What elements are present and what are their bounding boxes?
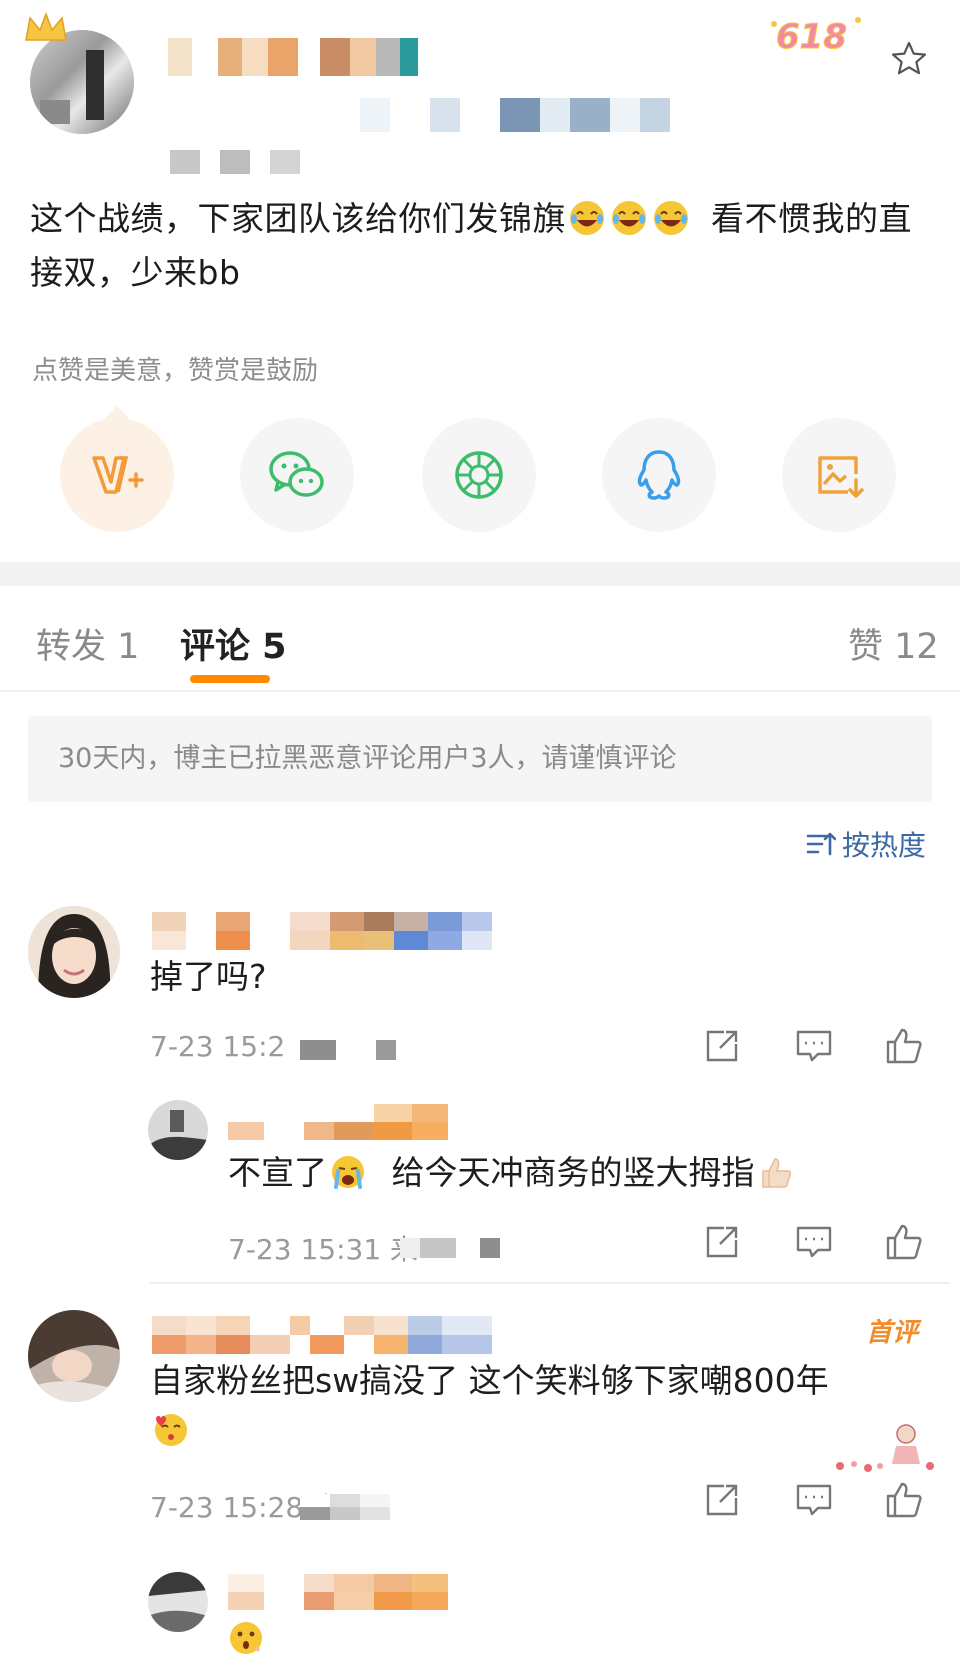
reply-avatar[interactable] — [148, 1572, 208, 1632]
comment-text: 自家粉丝把sw搞没了 这个笑料够下家嘲800年 — [150, 1356, 910, 1456]
comment-icon — [796, 1484, 832, 1516]
section-divider — [0, 562, 960, 586]
wechat-share-button[interactable] — [240, 418, 354, 532]
flower-decoration-icon — [836, 1424, 934, 1472]
reply-text-part1: 不宣了 — [228, 1153, 327, 1192]
thumbs-up-icon — [886, 1482, 922, 1518]
blocked-users-notice: 30天内，博主已拉黑恶意评论用户3人，请谨慎评论 — [28, 716, 932, 802]
comment-like-button[interactable] — [884, 1026, 924, 1066]
reply-text: 不宣了 给今天冲商务的竖大拇指 — [228, 1148, 797, 1198]
crown-icon — [25, 11, 67, 41]
618-text: 618 — [776, 17, 847, 57]
hushed-emoji-icon — [230, 1622, 262, 1654]
618-badge: 618 — [768, 10, 868, 58]
post-meta — [360, 98, 670, 132]
tab-reposts[interactable]: 转发 1 — [36, 618, 139, 669]
post-content: 这个战绩，下家团队该给你们发锦旗 看不惯我的直接双，少来bb — [30, 192, 940, 300]
kiss-emoji-icon — [155, 1414, 187, 1446]
thumbs-up-icon — [886, 1028, 922, 1064]
tooltip-pointer — [103, 405, 131, 420]
qq-share-button[interactable] — [602, 418, 716, 532]
commenter-avatar[interactable] — [28, 1310, 120, 1402]
reply-avatar[interactable] — [148, 1100, 208, 1160]
tab-comments[interactable]: 评论 5 — [180, 618, 287, 669]
moments-share-button[interactable] — [422, 418, 536, 532]
reply-source — [400, 1238, 500, 1258]
comment-repost-button[interactable] — [702, 1026, 742, 1066]
laugh-cry-emoji-icon — [654, 201, 688, 235]
comment-source — [300, 1040, 410, 1060]
post-time — [170, 150, 300, 174]
reply-author-name[interactable] — [228, 1574, 458, 1610]
thumbs-up-icon — [886, 1224, 922, 1260]
comment-repost-button[interactable] — [702, 1480, 742, 1520]
moments-icon — [455, 451, 503, 499]
sort-by-hot-button[interactable]: 按热度 — [806, 824, 926, 864]
crying-emoji-icon — [332, 1156, 364, 1189]
commenter-avatar[interactable] — [28, 906, 120, 998]
comment-icon — [796, 1226, 832, 1258]
comment-divider — [150, 1282, 950, 1284]
save-image-button[interactable] — [782, 418, 896, 532]
commenter-name[interactable] — [152, 1316, 492, 1354]
thumbs-up-emoji-icon — [761, 1158, 791, 1188]
share-icon — [706, 1484, 738, 1516]
qq-icon — [637, 450, 681, 500]
comment-icon — [796, 1030, 832, 1062]
tab-divider — [0, 690, 960, 692]
share-icon — [706, 1226, 738, 1258]
comment-reply-button[interactable] — [794, 1026, 834, 1066]
wechat-icon — [269, 451, 324, 497]
reply-repost-button[interactable] — [702, 1222, 742, 1262]
active-tab-indicator — [190, 675, 270, 683]
reward-hint: 点赞是美意，赞赏是鼓励 — [32, 356, 319, 386]
reply-reply-button[interactable] — [794, 1222, 834, 1262]
sort-icon — [806, 832, 836, 856]
comment-text-body: 自家粉丝把sw搞没了 这个笑料够下家嘲800年 — [150, 1361, 829, 1400]
comment-time: 7-23 15:2 — [150, 1030, 286, 1063]
sort-label: 按热度 — [842, 829, 927, 862]
comment-reply-button[interactable] — [794, 1480, 834, 1520]
first-comment-badge: 首评 — [866, 1318, 919, 1348]
comment-text: 掉了吗? — [150, 957, 267, 996]
reward-button[interactable] — [60, 405, 174, 532]
commenter-name[interactable] — [152, 912, 492, 950]
favorite-star-icon[interactable] — [890, 40, 928, 78]
reply-text-part2: 给今天冲商务的竖大拇指 — [391, 1153, 755, 1192]
post-author-name[interactable] — [168, 38, 438, 76]
comment-like-button[interactable] — [884, 1480, 924, 1520]
share-row — [0, 405, 960, 538]
reply-like-button[interactable] — [884, 1222, 924, 1262]
save-image-icon — [818, 456, 864, 498]
laugh-cry-emoji-icon — [570, 201, 604, 235]
post-text-part1: 这个战绩，下家团队该给你们发锦旗 — [30, 199, 566, 238]
reply-author-name[interactable] — [228, 1104, 458, 1140]
reply-time: 7-23 15:31 来 — [228, 1233, 419, 1266]
share-icon — [706, 1030, 738, 1062]
comment-source — [300, 1494, 420, 1520]
tab-likes[interactable]: 赞 12 — [848, 618, 939, 669]
v-plus-icon — [92, 456, 144, 494]
laugh-cry-emoji-icon — [612, 201, 646, 235]
